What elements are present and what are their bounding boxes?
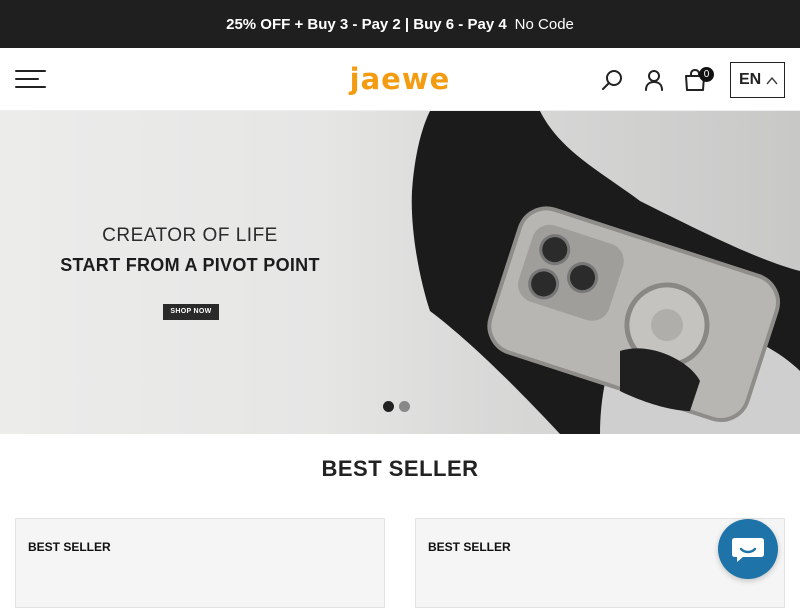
slider-dot-2[interactable] xyxy=(399,401,410,412)
language-selector[interactable]: EN xyxy=(730,62,785,98)
product-card[interactable]: BEST SELLER xyxy=(15,518,385,608)
card-badge: BEST SELLER xyxy=(428,540,511,554)
chat-button[interactable] xyxy=(718,519,778,579)
section-title: BEST SELLER xyxy=(321,456,479,481)
language-label: EN xyxy=(739,71,762,88)
hero-banner[interactable]: CREATOR OF LIFE START FROM A PIVOT POINT… xyxy=(0,111,800,434)
menu-icon[interactable] xyxy=(15,70,46,88)
hero-subheading: START FROM A PIVOT POINT xyxy=(60,255,320,275)
search-icon[interactable] xyxy=(600,67,626,93)
chevron-up-icon xyxy=(766,76,778,85)
shop-now-button[interactable]: SHOP NOW xyxy=(163,304,219,320)
slider-dot-1[interactable] xyxy=(383,401,394,412)
hero-heading: CREATOR OF LIFE xyxy=(102,225,278,246)
announcement-code: No Code xyxy=(514,15,574,33)
slider-dots xyxy=(383,401,410,413)
card-badge: BEST SELLER xyxy=(28,540,111,554)
chat-icon xyxy=(732,538,764,562)
account-icon[interactable] xyxy=(641,67,667,93)
announcement-promo: 25% OFF + Buy 3 - Pay 2 | Buy 6 - Pay 4 xyxy=(226,15,507,33)
site-logo[interactable]: jaewe xyxy=(346,62,454,96)
announcement-bar: 25% OFF + Buy 3 - Pay 2 | Buy 6 - Pay 4 … xyxy=(0,0,800,48)
cart-count-badge: 0 xyxy=(699,67,714,82)
